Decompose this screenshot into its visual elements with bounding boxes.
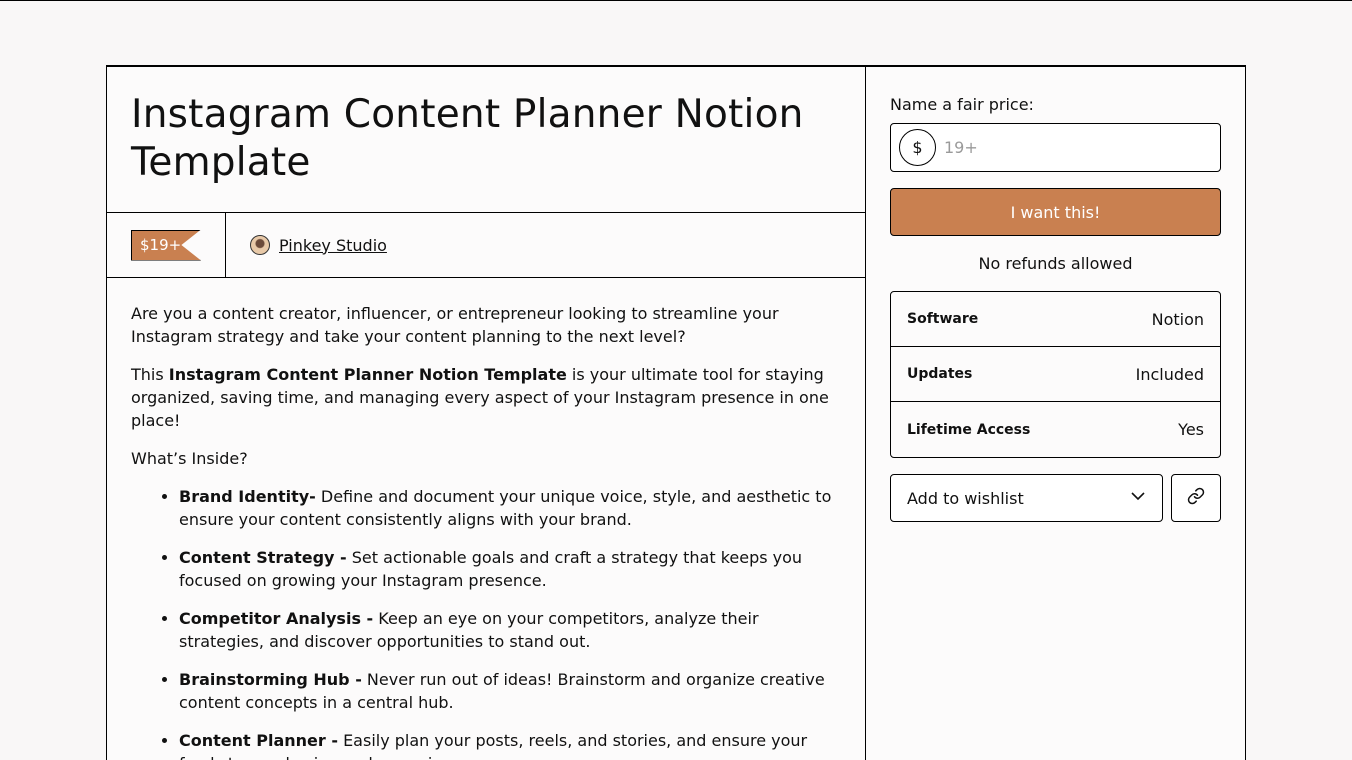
fair-price-label: Name a fair price: xyxy=(890,95,1034,114)
title-section: Instagram Content Planner Notion Templat… xyxy=(107,67,865,213)
copy-link-button[interactable] xyxy=(1171,474,1221,522)
price-input[interactable] xyxy=(944,138,1194,157)
creator-link[interactable]: Pinkey Studio xyxy=(279,236,387,255)
secondary-actions: Add to wishlist xyxy=(890,474,1221,522)
feature-item: Brand Identity- Define and document your… xyxy=(179,485,841,531)
wishlist-label: Add to wishlist xyxy=(907,488,1024,508)
top-rule xyxy=(0,0,1352,1)
price-input-wrapper: $ xyxy=(890,123,1221,172)
description-intro: Are you a content creator, influencer, o… xyxy=(131,304,779,346)
buy-button[interactable]: I want this! xyxy=(890,188,1221,236)
attribute-row: Lifetime Access Yes xyxy=(891,402,1220,457)
product-attributes: Software Notion Updates Included Lifetim… xyxy=(890,291,1221,458)
attribute-key: Updates xyxy=(907,366,973,382)
attribute-value: Notion xyxy=(1151,309,1204,329)
product-details: Instagram Content Planner Notion Templat… xyxy=(107,67,866,760)
meta-row: $19+ Pinkey Studio xyxy=(107,213,865,278)
attribute-row: Software Notion xyxy=(891,292,1220,347)
product-description: Are you a content creator, influencer, o… xyxy=(107,278,865,760)
summary-prefix: This xyxy=(131,365,169,384)
description-summary: This Instagram Content Planner Notion Te… xyxy=(131,363,841,432)
summary-product-name: Instagram Content Planner Notion Templat… xyxy=(168,365,567,384)
feature-name: Competitor Analysis - xyxy=(179,609,374,628)
feature-list: Brand Identity- Define and document your… xyxy=(131,485,841,760)
feature-name: Content Strategy - xyxy=(179,548,347,567)
product-title: Instagram Content Planner Notion Templat… xyxy=(131,92,804,185)
creator-avatar[interactable] xyxy=(250,235,270,255)
add-to-wishlist-select[interactable]: Add to wishlist xyxy=(890,474,1163,522)
feature-item: Competitor Analysis - Keep an eye on you… xyxy=(179,607,841,653)
creator-cell: Pinkey Studio xyxy=(226,213,387,277)
feature-name: Brand Identity- xyxy=(179,487,316,506)
feature-name: Brainstorming Hub - xyxy=(179,670,362,689)
link-icon xyxy=(1187,487,1205,509)
attribute-key: Software xyxy=(907,311,979,327)
whats-inside-heading: What’s Inside? xyxy=(131,449,248,468)
chevron-down-icon xyxy=(1130,488,1146,508)
feature-item: Content Strategy - Set actionable goals … xyxy=(179,546,841,592)
feature-name: Content Planner - xyxy=(179,731,338,750)
attribute-value: Yes xyxy=(1178,420,1204,439)
feature-item: Content Planner - Easily plan your posts… xyxy=(179,729,841,760)
product-card: Instagram Content Planner Notion Templat… xyxy=(106,65,1246,760)
currency-symbol: $ xyxy=(899,129,936,166)
price-badge: $19+ xyxy=(131,229,201,261)
purchase-panel: Name a fair price: $ I want this! No ref… xyxy=(866,67,1245,760)
refund-note: No refunds allowed xyxy=(978,254,1133,273)
attribute-key: Lifetime Access xyxy=(907,421,1031,438)
price-cell: $19+ xyxy=(107,213,226,277)
feature-item: Brainstorming Hub - Never run out of ide… xyxy=(179,668,841,714)
attribute-value: Included xyxy=(1135,364,1204,384)
attribute-row: Updates Included xyxy=(891,347,1220,402)
